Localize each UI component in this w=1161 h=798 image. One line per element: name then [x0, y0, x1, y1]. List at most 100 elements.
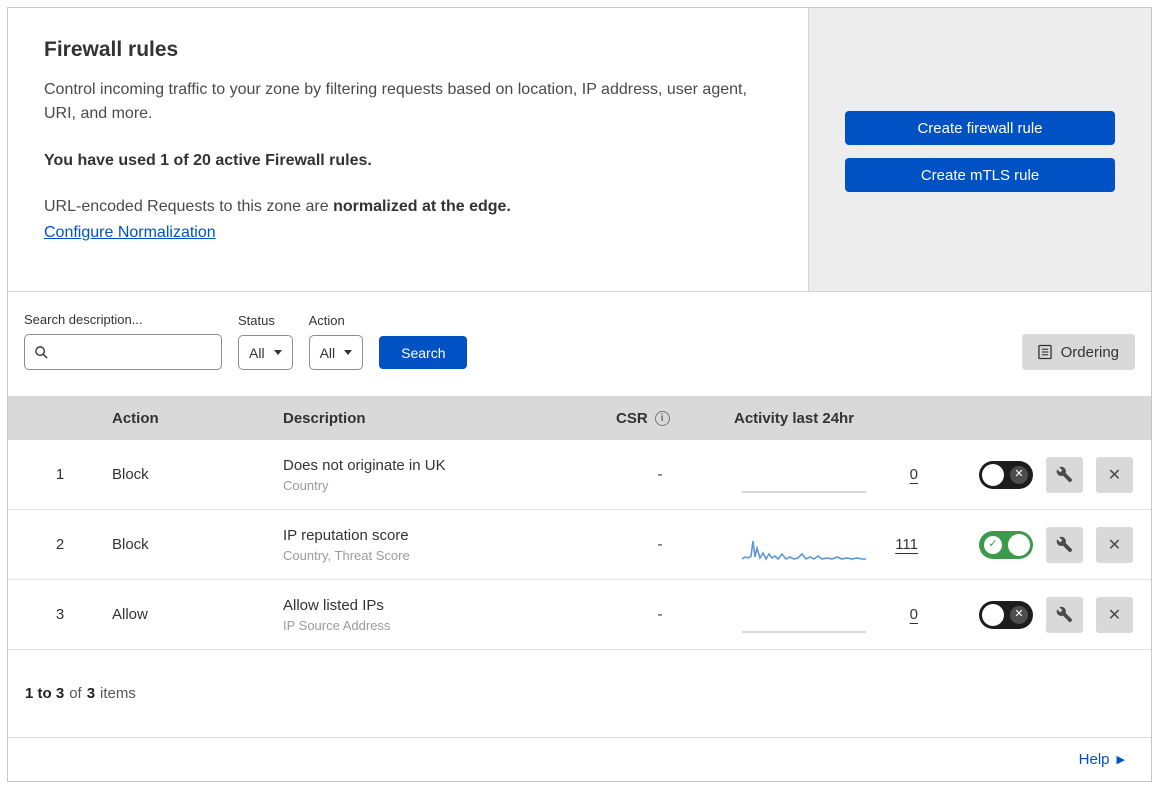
delete-rule-button[interactable]: ✕	[1096, 526, 1133, 563]
activity-sparkline	[742, 540, 866, 561]
delete-rule-button[interactable]: ✕	[1096, 596, 1133, 633]
edit-rule-button[interactable]	[1046, 526, 1083, 563]
rule-enabled-toggle[interactable]: ✕	[979, 460, 1033, 489]
rule-enabled-toggle[interactable]: ✓	[979, 530, 1033, 559]
activity-sparkline	[742, 490, 866, 493]
rule-description-cell: Allow listed IPs IP Source Address	[283, 597, 610, 633]
action-field: Action All	[308, 313, 364, 370]
delete-rule-button[interactable]: ✕	[1096, 456, 1133, 493]
sparkline-path	[742, 540, 866, 561]
rule-activity-cell: 0	[710, 454, 950, 496]
actions-panel: Create firewall rule Create mTLS rule	[809, 8, 1151, 291]
rule-priority: 2	[55, 536, 65, 553]
header-csr: CSR i	[610, 410, 710, 427]
wrench-icon	[1056, 606, 1073, 623]
filter-bar: Search description... Status All Action …	[8, 292, 1151, 386]
ordering-button-label: Ordering	[1060, 343, 1119, 361]
header-activity: Activity last 24hr	[734, 409, 855, 427]
rule-priority: 3	[55, 606, 65, 623]
rule-action: Allow	[112, 606, 148, 623]
search-icon	[34, 345, 49, 360]
normalization-bold: normalized at the edge.	[333, 198, 511, 215]
rule-description: Allow listed IPs	[283, 596, 384, 614]
table-row: 1 Block Does not originate in UK Country…	[8, 440, 1151, 510]
rule-priority: 1	[55, 466, 65, 483]
intro-card: Firewall rules Control incoming traffic …	[8, 8, 809, 291]
header-action: Action	[112, 409, 159, 427]
toggle-knob	[1008, 533, 1030, 556]
rule-criteria: IP Source Address	[283, 617, 391, 633]
rule-csr: -	[657, 536, 663, 553]
status-field: Status All	[238, 313, 293, 370]
normalization-note: URL-encoded Requests to this zone are no…	[44, 198, 772, 216]
wrench-icon	[1056, 536, 1073, 553]
rule-activity-cell: 111	[710, 524, 950, 566]
ordering-list-icon	[1037, 344, 1052, 360]
page-description: Control incoming traffic to your zone by…	[44, 81, 747, 122]
rule-csr: -	[657, 466, 663, 483]
toggle-knob	[982, 603, 1004, 626]
search-label: Search description...	[24, 312, 143, 327]
pagination-of: of	[69, 685, 82, 702]
ordering-button[interactable]: Ordering	[1021, 334, 1135, 370]
table-row: 2 Block IP reputation score Country, Thr…	[8, 510, 1151, 580]
info-icon[interactable]: i	[654, 410, 670, 426]
help-link-label: Help	[1078, 751, 1110, 768]
normalization-text: URL-encoded Requests to this zone are	[44, 198, 334, 215]
activity-count-link[interactable]: 0	[888, 606, 918, 623]
activity-count-link[interactable]: 0	[888, 466, 918, 483]
status-select-value: All	[249, 344, 265, 361]
action-select[interactable]: All	[308, 335, 364, 370]
toggle-knob	[982, 463, 1004, 486]
edit-rule-button[interactable]	[1046, 456, 1083, 493]
toggle-off-x-icon: ✕	[1010, 605, 1028, 624]
header-description: Description	[283, 409, 366, 427]
search-button[interactable]: Search	[379, 336, 468, 369]
help-link[interactable]: Help ▶	[1079, 751, 1125, 768]
rule-enabled-toggle[interactable]: ✕	[979, 600, 1033, 629]
search-input[interactable]	[55, 343, 212, 361]
chevron-down-icon	[273, 350, 282, 355]
rule-controls: ✕ ✕	[950, 456, 1151, 493]
rule-action: Block	[112, 536, 149, 553]
edit-rule-button[interactable]	[1046, 596, 1083, 633]
search-box[interactable]	[24, 334, 222, 370]
close-icon: ✕	[1107, 536, 1122, 554]
pagination-total: 3	[86, 685, 96, 702]
toggle-on-check-icon: ✓	[984, 535, 1002, 554]
rule-description: IP reputation score	[283, 526, 409, 544]
status-select[interactable]: All	[238, 335, 293, 370]
create-firewall-rule-button[interactable]: Create firewall rule	[845, 111, 1115, 145]
rule-description-cell: Does not originate in UK Country	[283, 457, 610, 493]
pagination-items: items	[100, 685, 136, 702]
configure-normalization-link[interactable]: Configure Normalization	[44, 224, 216, 241]
table-row: 3 Allow Allow listed IPs IP Source Addre…	[8, 580, 1151, 650]
arrow-right-icon: ▶	[1116, 754, 1125, 766]
rule-description: Does not originate in UK	[283, 456, 446, 474]
create-mtls-rule-button[interactable]: Create mTLS rule	[845, 158, 1115, 192]
top-section: Firewall rules Control incoming traffic …	[8, 8, 1151, 292]
close-icon: ✕	[1107, 606, 1122, 624]
rule-csr: -	[657, 606, 663, 623]
close-icon: ✕	[1107, 466, 1122, 484]
rule-criteria: Country	[283, 477, 329, 493]
table-header-row: Action Description CSR i Activity last 2…	[8, 396, 1151, 440]
activity-sparkline	[742, 630, 866, 633]
toggle-off-x-icon: ✕	[1010, 465, 1028, 484]
activity-count-link[interactable]: 111	[888, 536, 918, 553]
help-row: Help ▶	[8, 737, 1151, 781]
status-label: Status	[238, 313, 275, 328]
search-field: Search description...	[24, 312, 222, 370]
chevron-down-icon	[344, 350, 353, 355]
rule-controls: ✕ ✕	[950, 596, 1151, 633]
pagination-summary: 1 to 3 of 3 items	[8, 650, 1151, 737]
firewall-rules-page: Firewall rules Control incoming traffic …	[7, 7, 1152, 782]
rule-description-cell: IP reputation score Country, Threat Scor…	[283, 527, 610, 563]
rule-controls: ✓ ✕	[950, 526, 1151, 563]
header-csr-label: CSR	[616, 409, 648, 427]
rule-criteria: Country, Threat Score	[283, 547, 410, 563]
rule-action: Block	[112, 466, 149, 483]
rule-activity-cell: 0	[710, 594, 950, 636]
pagination-range: 1 to 3	[25, 685, 65, 702]
wrench-icon	[1056, 466, 1073, 483]
